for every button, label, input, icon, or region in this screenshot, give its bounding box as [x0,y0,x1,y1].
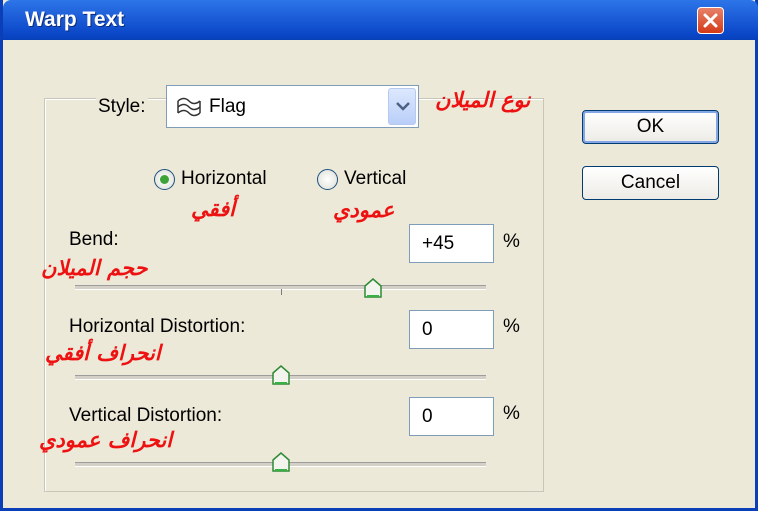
bend-annotation: حجم الميلان [41,256,148,280]
bend-center-tick [281,289,282,295]
close-icon [703,13,718,28]
vertical-label: Vertical [344,168,407,189]
vertical-distortion-slider-thumb[interactable] [271,452,290,472]
chevron-down-icon [396,102,410,111]
vertical-annotation: عمودي [333,198,395,222]
horizontal-annotation: أفقي [191,197,235,221]
horizontal-radio[interactable] [154,169,175,190]
horizontal-distortion-unit: % [503,316,520,337]
ok-button[interactable]: OK [582,110,719,144]
title-bar[interactable]: Warp Text [3,0,758,40]
vertical-distortion-label: Vertical Distortion: [69,405,223,426]
style-select[interactable]: Flag [166,85,419,128]
vertical-distortion-annotation: انحراف عمودي [39,428,173,452]
bend-input[interactable]: +45 [409,224,494,263]
bend-unit: % [503,231,520,252]
bend-slider-thumb[interactable] [364,278,382,298]
style-dropdown-button[interactable] [388,88,416,125]
flag-warp-icon [177,97,201,117]
horizontal-distortion-slider-thumb[interactable] [271,365,290,385]
horizontal-distortion-label: Horizontal Distortion: [69,316,246,337]
warp-text-dialog: Warp Text Style: Flag نوع الميلان OK Can… [0,0,758,511]
horizontal-label: Horizontal [181,168,267,189]
style-annotation: نوع الميلان [435,88,531,112]
radio-selected-dot [160,175,169,184]
window-title: Warp Text [25,8,125,31]
horizontal-distortion-input[interactable]: 0 [409,310,494,349]
horizontal-distortion-annotation: انحراف أفقي [45,341,161,365]
style-value: Flag [209,96,246,117]
vertical-distortion-input[interactable]: 0 [409,397,494,436]
style-label: Style: [96,96,148,118]
vertical-distortion-unit: % [503,403,520,424]
vertical-radio[interactable] [317,169,338,190]
close-button[interactable] [697,7,724,34]
cancel-button[interactable]: Cancel [582,166,719,200]
bend-label: Bend: [69,229,119,250]
